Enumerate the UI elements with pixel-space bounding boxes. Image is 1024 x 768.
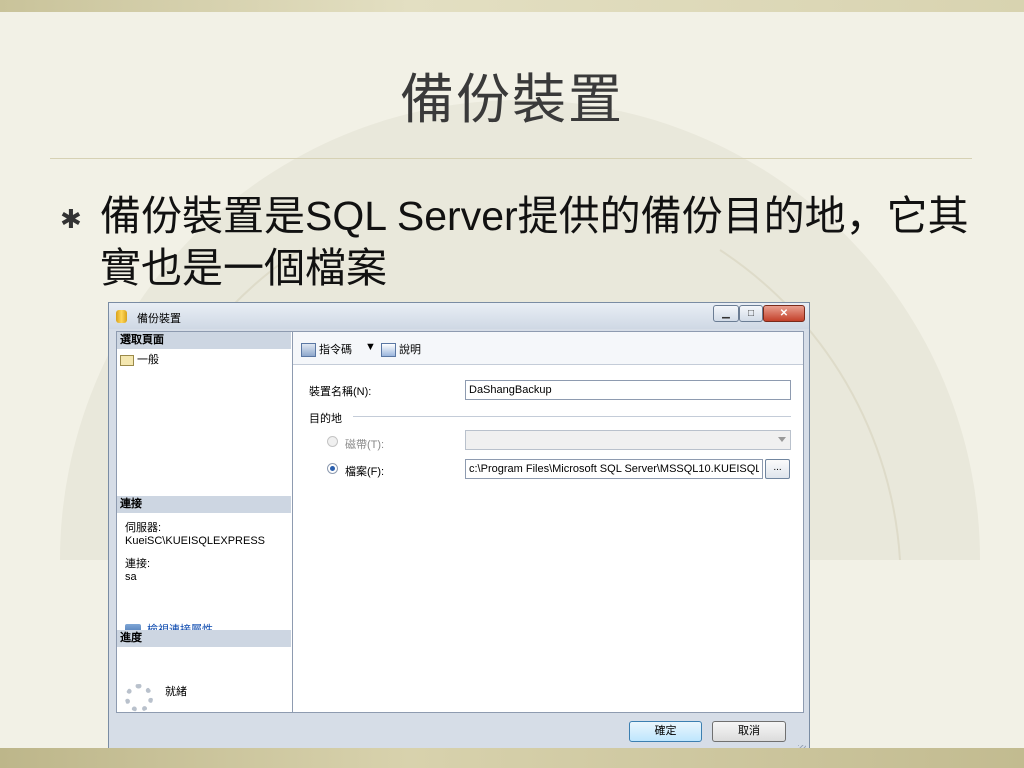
destination-group-divider <box>353 416 791 417</box>
right-pane: 指令碼 ▼ 說明 裝置名稱(N): 目的地 磁帶(T): 檔案(F): ... <box>293 332 803 712</box>
browse-button[interactable]: ... <box>765 459 790 479</box>
bullet-asterisk-icon: ✱ <box>60 205 82 235</box>
script-dropdown-chevron-down-icon[interactable]: ▼ <box>365 341 376 353</box>
script-label: 指令碼 <box>319 344 352 356</box>
title-divider <box>50 158 972 159</box>
dialog-title: 備份裝置 <box>137 313 181 325</box>
file-radio[interactable] <box>327 463 338 474</box>
backup-device-dialog: 備份裝置 ▁ □ ✕ 選取頁面 一般 連接 伺服器: KueiSC\KUEISQ… <box>108 302 810 757</box>
page-icon <box>120 354 134 366</box>
connection-label: 連接: <box>125 558 151 570</box>
help-button[interactable]: 說明 <box>381 341 421 358</box>
tape-select[interactable] <box>465 430 791 450</box>
connection-info: 連接: sa <box>125 558 150 584</box>
ok-button[interactable]: 確定 <box>629 721 702 742</box>
tape-radio[interactable] <box>327 436 338 447</box>
script-button[interactable]: 指令碼 <box>301 341 352 358</box>
bullet-text-part1: 備份裝置是 <box>100 192 305 240</box>
slide-title: 備份裝置 <box>400 68 624 131</box>
bullet-text: 備份裝置是SQL Server提供的備份目的地，它其實也是一個檔案 <box>100 190 980 294</box>
server-value: KueiSC\KUEISQLEXPRESS <box>125 535 266 547</box>
connection-value: sa <box>125 571 137 583</box>
help-icon <box>381 343 396 358</box>
server-label: 伺服器: <box>125 522 162 534</box>
dialog-content: 選取頁面 一般 連接 伺服器: KueiSC\KUEISQLEXPRESS 連接… <box>116 331 804 713</box>
file-path-input[interactable] <box>465 459 763 479</box>
page-item-general[interactable]: 一般 <box>120 351 159 367</box>
progress-status: 就緒 <box>165 686 187 698</box>
connection-header: 連接 <box>117 496 291 513</box>
chevron-down-icon <box>778 437 786 442</box>
left-pane: 選取頁面 一般 連接 伺服器: KueiSC\KUEISQLEXPRESS 連接… <box>117 332 293 712</box>
device-name-label: 裝置名稱(N): <box>309 386 372 398</box>
bottom-decor-band <box>0 748 1024 768</box>
select-page-header: 選取頁面 <box>117 332 291 349</box>
progress-spinner-icon <box>125 684 153 712</box>
dialog-titlebar[interactable]: 備份裝置 ▁ □ ✕ <box>109 303 809 329</box>
device-name-input[interactable] <box>465 380 791 400</box>
file-label: 檔案(F): <box>345 466 385 478</box>
help-label: 說明 <box>399 344 421 356</box>
progress-header: 進度 <box>117 630 291 647</box>
page-item-general-label: 一般 <box>137 354 159 366</box>
server-info: 伺服器: KueiSC\KUEISQLEXPRESS <box>125 522 265 548</box>
destination-label: 目的地 <box>309 413 342 425</box>
close-button[interactable]: ✕ <box>763 305 805 322</box>
toolbar: 指令碼 ▼ 說明 <box>293 332 803 365</box>
bullet-text-latin: SQL Server <box>305 193 518 239</box>
script-icon <box>301 343 316 358</box>
database-icon <box>116 310 127 323</box>
cancel-button[interactable]: 取消 <box>712 721 786 742</box>
maximize-button[interactable]: □ <box>739 305 763 322</box>
tape-label: 磁帶(T): <box>345 439 385 451</box>
minimize-button[interactable]: ▁ <box>713 305 739 322</box>
